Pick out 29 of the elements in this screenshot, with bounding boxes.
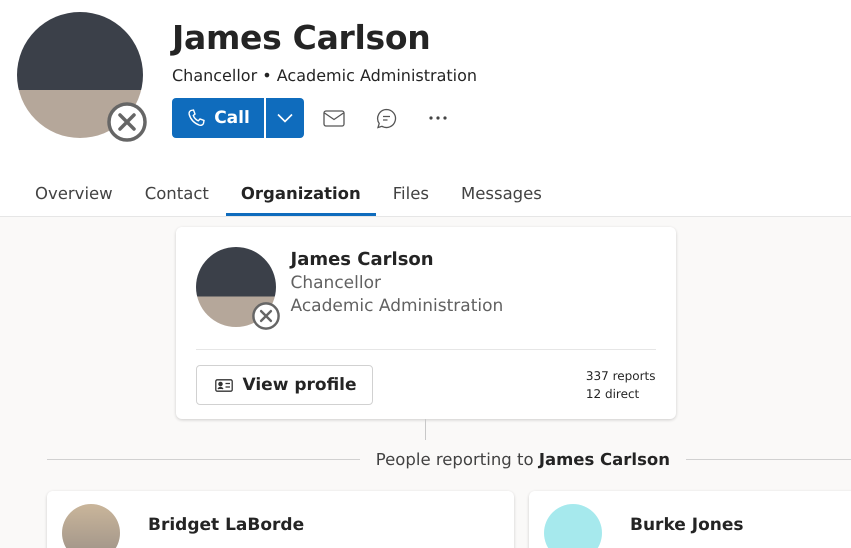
reports-count: 337 reports	[586, 368, 656, 385]
person-name: James Carlson	[290, 249, 435, 270]
contact-card-icon	[214, 378, 232, 392]
offline-status-icon	[252, 302, 280, 330]
chat-icon	[376, 108, 396, 128]
tab[interactable]: Contact	[130, 174, 224, 216]
phone-icon	[186, 108, 206, 128]
tab[interactable]: Organization	[226, 174, 376, 216]
person-card[interactable]: Burke Jones	[529, 491, 851, 548]
direct-count: 12 direct	[586, 386, 640, 403]
profile-photo	[62, 504, 120, 548]
job-title: Chancellor	[290, 273, 382, 293]
call-button[interactable]: Call	[172, 98, 264, 138]
person-name: Burke Jones	[630, 515, 744, 537]
person-name: James Carlson	[172, 18, 432, 58]
chevron-down-icon	[277, 113, 293, 123]
offline-status-icon	[107, 102, 147, 142]
tab[interactable]: Messages	[446, 174, 557, 216]
view-profile-button[interactable]: View profile	[196, 365, 373, 405]
person-card[interactable]: Bridget LaBorde	[47, 491, 514, 548]
tab[interactable]: Files	[378, 174, 444, 216]
tab[interactable]: Overview	[20, 174, 128, 216]
person-title: Chancellor • Academic Administration	[172, 66, 478, 86]
department: Academic Administration	[290, 296, 504, 316]
section-heading: People reporting to James Carlson	[376, 450, 670, 468]
mail-icon	[323, 110, 345, 126]
call-options-button[interactable]	[264, 98, 304, 138]
more-icon	[429, 116, 447, 120]
person-name: Bridget LaBorde	[148, 515, 304, 537]
